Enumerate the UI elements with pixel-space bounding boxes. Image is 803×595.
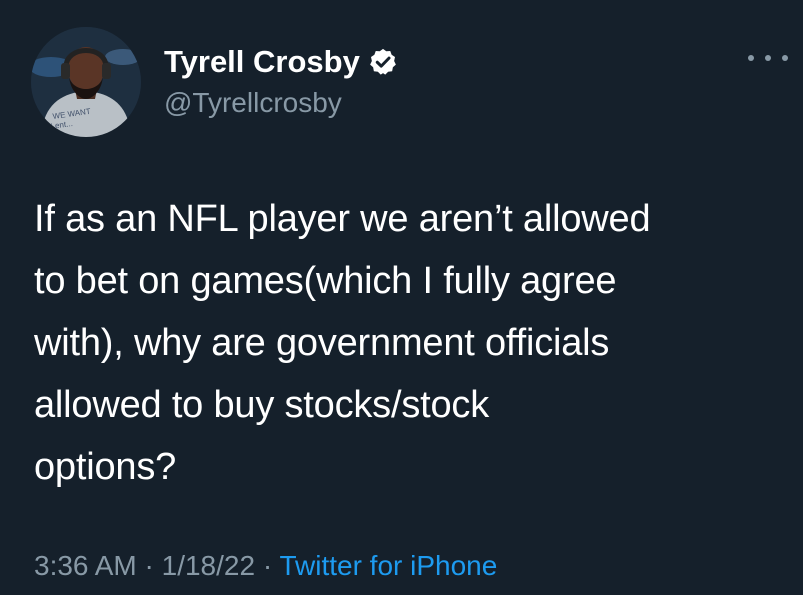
tweet-time[interactable]: 3:36 AM [34,550,137,581]
author-avatar[interactable]: WE WANT Lent... [31,27,141,137]
dot-icon [765,55,771,61]
tweet-text: If as an NFL player we aren’t allowed to… [34,198,651,488]
author-name-row: Tyrell Crosby [164,44,398,80]
verified-badge-icon [368,47,398,77]
more-options-icon[interactable] [748,48,788,68]
dot-icon [748,55,754,61]
tweet-date[interactable]: 1/18/22 [162,550,255,581]
meta-separator: · [262,550,273,581]
meta-separator: · [144,550,154,581]
author-display-name[interactable]: Tyrell Crosby [164,44,360,80]
tweet-source-link[interactable]: Twitter for iPhone [279,550,497,581]
dot-icon [782,55,788,61]
tweet-card: WE WANT Lent... Tyrell Crosby @Tyrellcro… [0,0,803,595]
avatar-photo: WE WANT Lent... [31,27,141,137]
tweet-meta: 3:36 AM · 1/18/22 · Twitter for iPhone [34,548,497,584]
author-handle[interactable]: @Tyrellcrosby [164,87,342,119]
